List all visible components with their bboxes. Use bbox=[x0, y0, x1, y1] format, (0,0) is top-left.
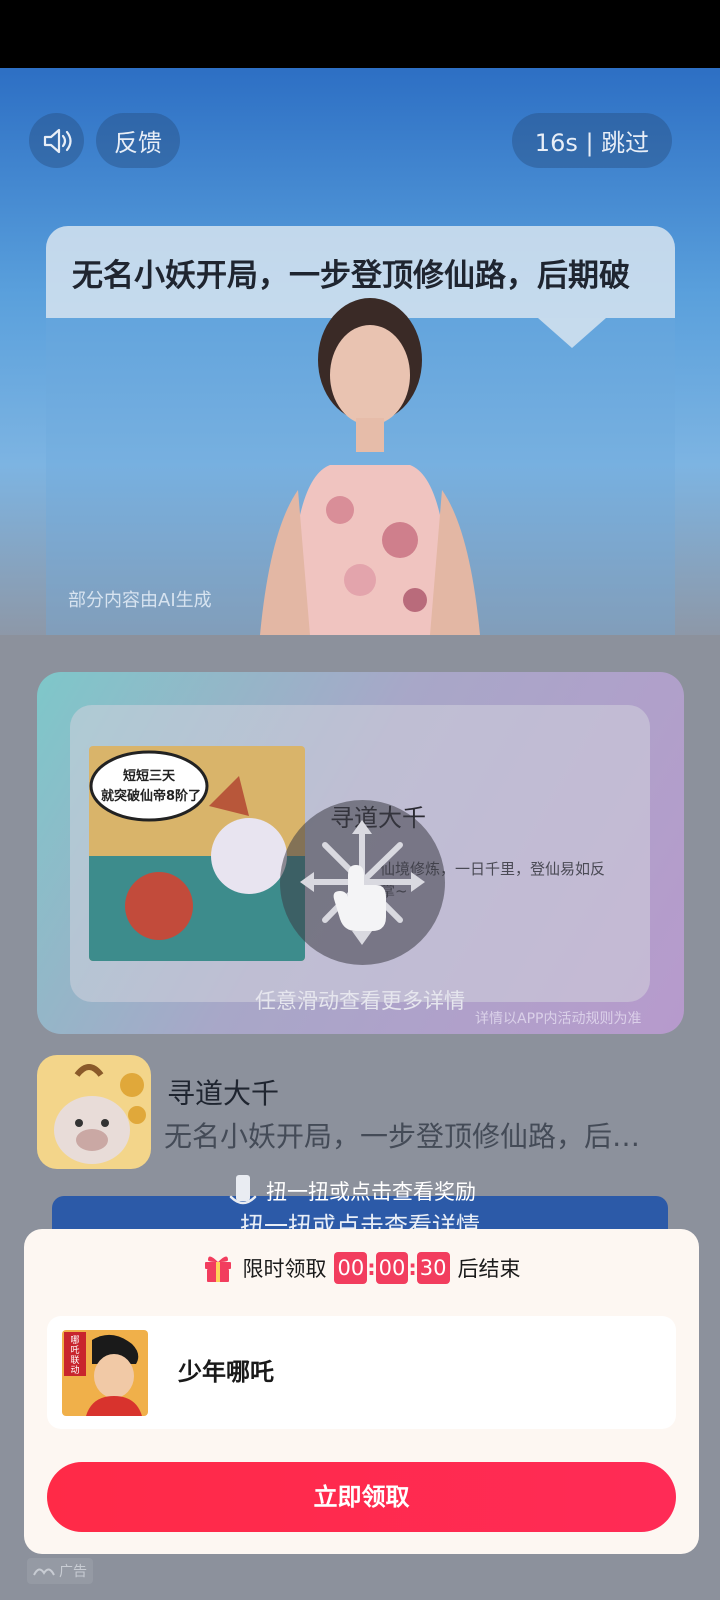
countdown-prefix: 限时领取 bbox=[242, 1257, 327, 1281]
ad-video[interactable]: 反馈 16s | 跳过 无名小妖开局，一步登顶修仙路，后期破 部分内容由AI生成 bbox=[0, 68, 720, 635]
gift-icon bbox=[205, 1256, 232, 1282]
feedback-button[interactable]: 反馈 bbox=[96, 113, 180, 168]
caption-text: 无名小妖开局，一步登顶修仙路，后期破 bbox=[72, 258, 630, 294]
reward-name: 少年哪吒 bbox=[178, 1358, 274, 1386]
reward-image: 哪 吒 联 动 bbox=[62, 1330, 148, 1416]
shake-hint: 扭一扭或点击查看奖励 bbox=[228, 1173, 476, 1209]
countdown-hours: 00 bbox=[334, 1252, 368, 1284]
app-name: 寻道大千 bbox=[167, 1077, 280, 1110]
countdown-minutes: 00 bbox=[375, 1252, 409, 1284]
caption-bubble-tail bbox=[538, 318, 606, 348]
presenter-figure bbox=[260, 298, 480, 635]
swipe-arrows-icon bbox=[300, 820, 425, 945]
ai-generated-note: 部分内容由AI生成 bbox=[68, 590, 212, 611]
claim-now-button[interactable]: 立即领取 bbox=[47, 1462, 676, 1532]
countdown-row: 限时领取 00:00:30 后结束 bbox=[24, 1252, 699, 1284]
swipe-gesture-indicator bbox=[280, 800, 445, 965]
shake-hint-text: 扭一扭或点击查看奖励 bbox=[266, 1180, 476, 1204]
phone-shake-icon bbox=[229, 1175, 257, 1205]
svg-text:联: 联 bbox=[70, 1355, 79, 1366]
svg-text:吒: 吒 bbox=[70, 1345, 79, 1356]
app-description: 无名小妖开局，一步登顶修仙路，后期破... bbox=[164, 1120, 664, 1153]
game-screenshot-caption-1: 短短三天 bbox=[123, 768, 176, 784]
game-screenshot-caption-2: 就突破仙帝8阶了 bbox=[101, 788, 201, 804]
terms-note: 详情以APP内活动规则为准 bbox=[475, 1011, 642, 1027]
svg-text:动: 动 bbox=[70, 1365, 79, 1376]
sound-toggle-button[interactable] bbox=[29, 113, 84, 168]
ad-label-text: 广告 bbox=[59, 1564, 87, 1580]
svg-text:哪: 哪 bbox=[70, 1335, 79, 1346]
skip-button[interactable]: 16s | 跳过 bbox=[512, 113, 672, 168]
ad-label: 广告 bbox=[27, 1558, 93, 1584]
countdown-suffix: 后结束 bbox=[457, 1257, 521, 1281]
ad-logo-icon bbox=[33, 1568, 55, 1576]
game-screenshot: 短短三天 就突破仙帝8阶了 bbox=[89, 746, 305, 961]
speaker-icon bbox=[43, 128, 72, 153]
countdown-seconds: 30 bbox=[416, 1252, 450, 1284]
app-icon[interactable] bbox=[37, 1055, 151, 1169]
status-bar bbox=[0, 0, 720, 68]
